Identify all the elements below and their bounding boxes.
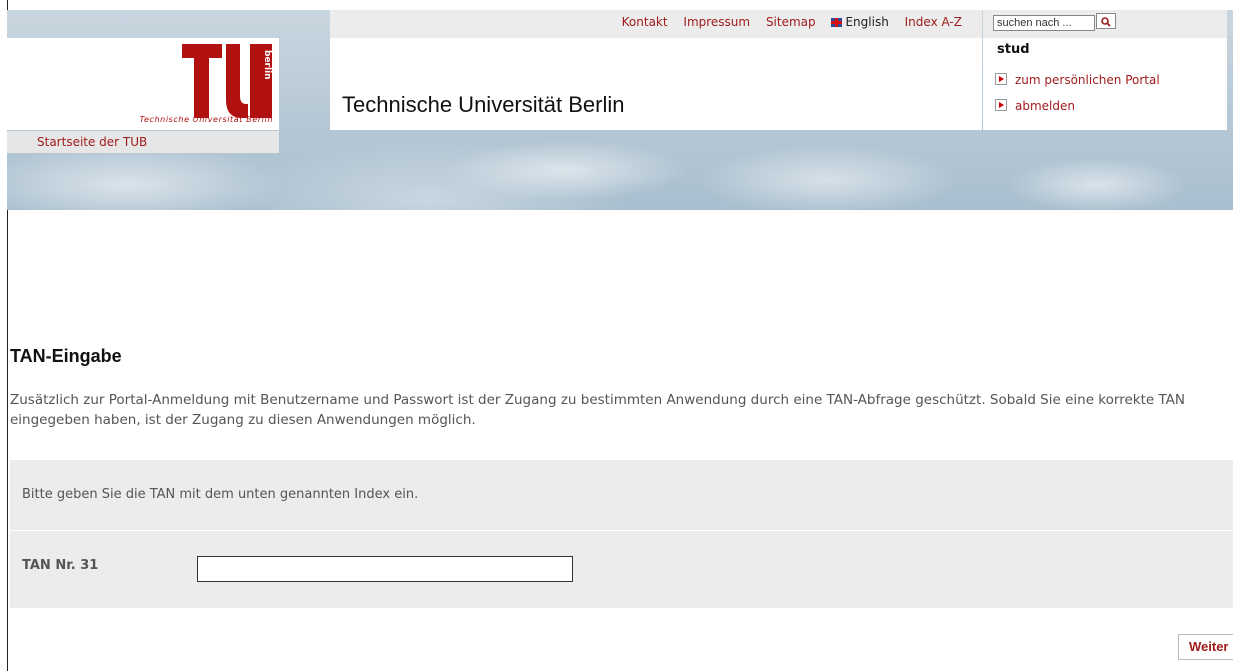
user-name: stud (997, 42, 1030, 57)
top-nav-bar: Kontakt Impressum Sitemap English Index … (330, 10, 982, 38)
tan-input[interactable] (197, 556, 573, 582)
tu-logo-mark: berlin (182, 44, 272, 118)
form-divider (10, 530, 1233, 531)
user-panel: stud zum persönlichen Portal abmelden (983, 38, 1227, 130)
site-title: Technische Universität Berlin (342, 92, 625, 117)
tan-form: Bitte geben Sie die TAN mit dem unten ge… (10, 460, 1233, 608)
link-english-label: English (845, 15, 889, 29)
portal-link[interactable]: zum persönlichen Portal (995, 73, 1160, 87)
logo-word-berlin: berlin (262, 50, 272, 80)
link-impressum[interactable]: Impressum (683, 15, 750, 29)
logout-link[interactable]: abmelden (995, 99, 1075, 113)
intro-text: Zusätzlich zur Portal-Anmeldung mit Benu… (10, 392, 1186, 428)
uk-flag-icon (831, 18, 843, 27)
tan-instruction: Bitte geben Sie die TAN mit dem unten ge… (22, 487, 419, 502)
tu-logo[interactable]: berlin Technische Universität Berlin (7, 38, 279, 130)
title-box: Technische Universität Berlin (330, 38, 982, 130)
weiter-button[interactable]: Weiter (1178, 634, 1233, 660)
arrow-right-icon (995, 73, 1007, 85)
startseite-link[interactable]: Startseite der TUB (7, 131, 279, 153)
search-input[interactable] (993, 15, 1095, 31)
search-bar (983, 10, 1227, 38)
top-links: Kontakt Impressum Sitemap English Index … (610, 15, 962, 29)
magnifier-icon (1101, 17, 1111, 27)
link-sitemap[interactable]: Sitemap (766, 15, 816, 29)
page-heading: TAN-Eingabe (10, 346, 122, 366)
logout-link-label: abmelden (1015, 99, 1075, 113)
link-index-a-z[interactable]: Index A-Z (905, 15, 962, 29)
link-kontakt[interactable]: Kontakt (622, 15, 668, 29)
link-english[interactable]: English (831, 15, 889, 29)
logo-subtitle: Technische Universität Berlin (139, 115, 273, 124)
portal-link-label: zum persönlichen Portal (1015, 73, 1160, 87)
startseite-label: Startseite der TUB (37, 135, 148, 149)
search-button[interactable] (1096, 13, 1116, 29)
arrow-right-icon (995, 99, 1007, 111)
tan-label: TAN Nr. 31 (22, 558, 99, 573)
